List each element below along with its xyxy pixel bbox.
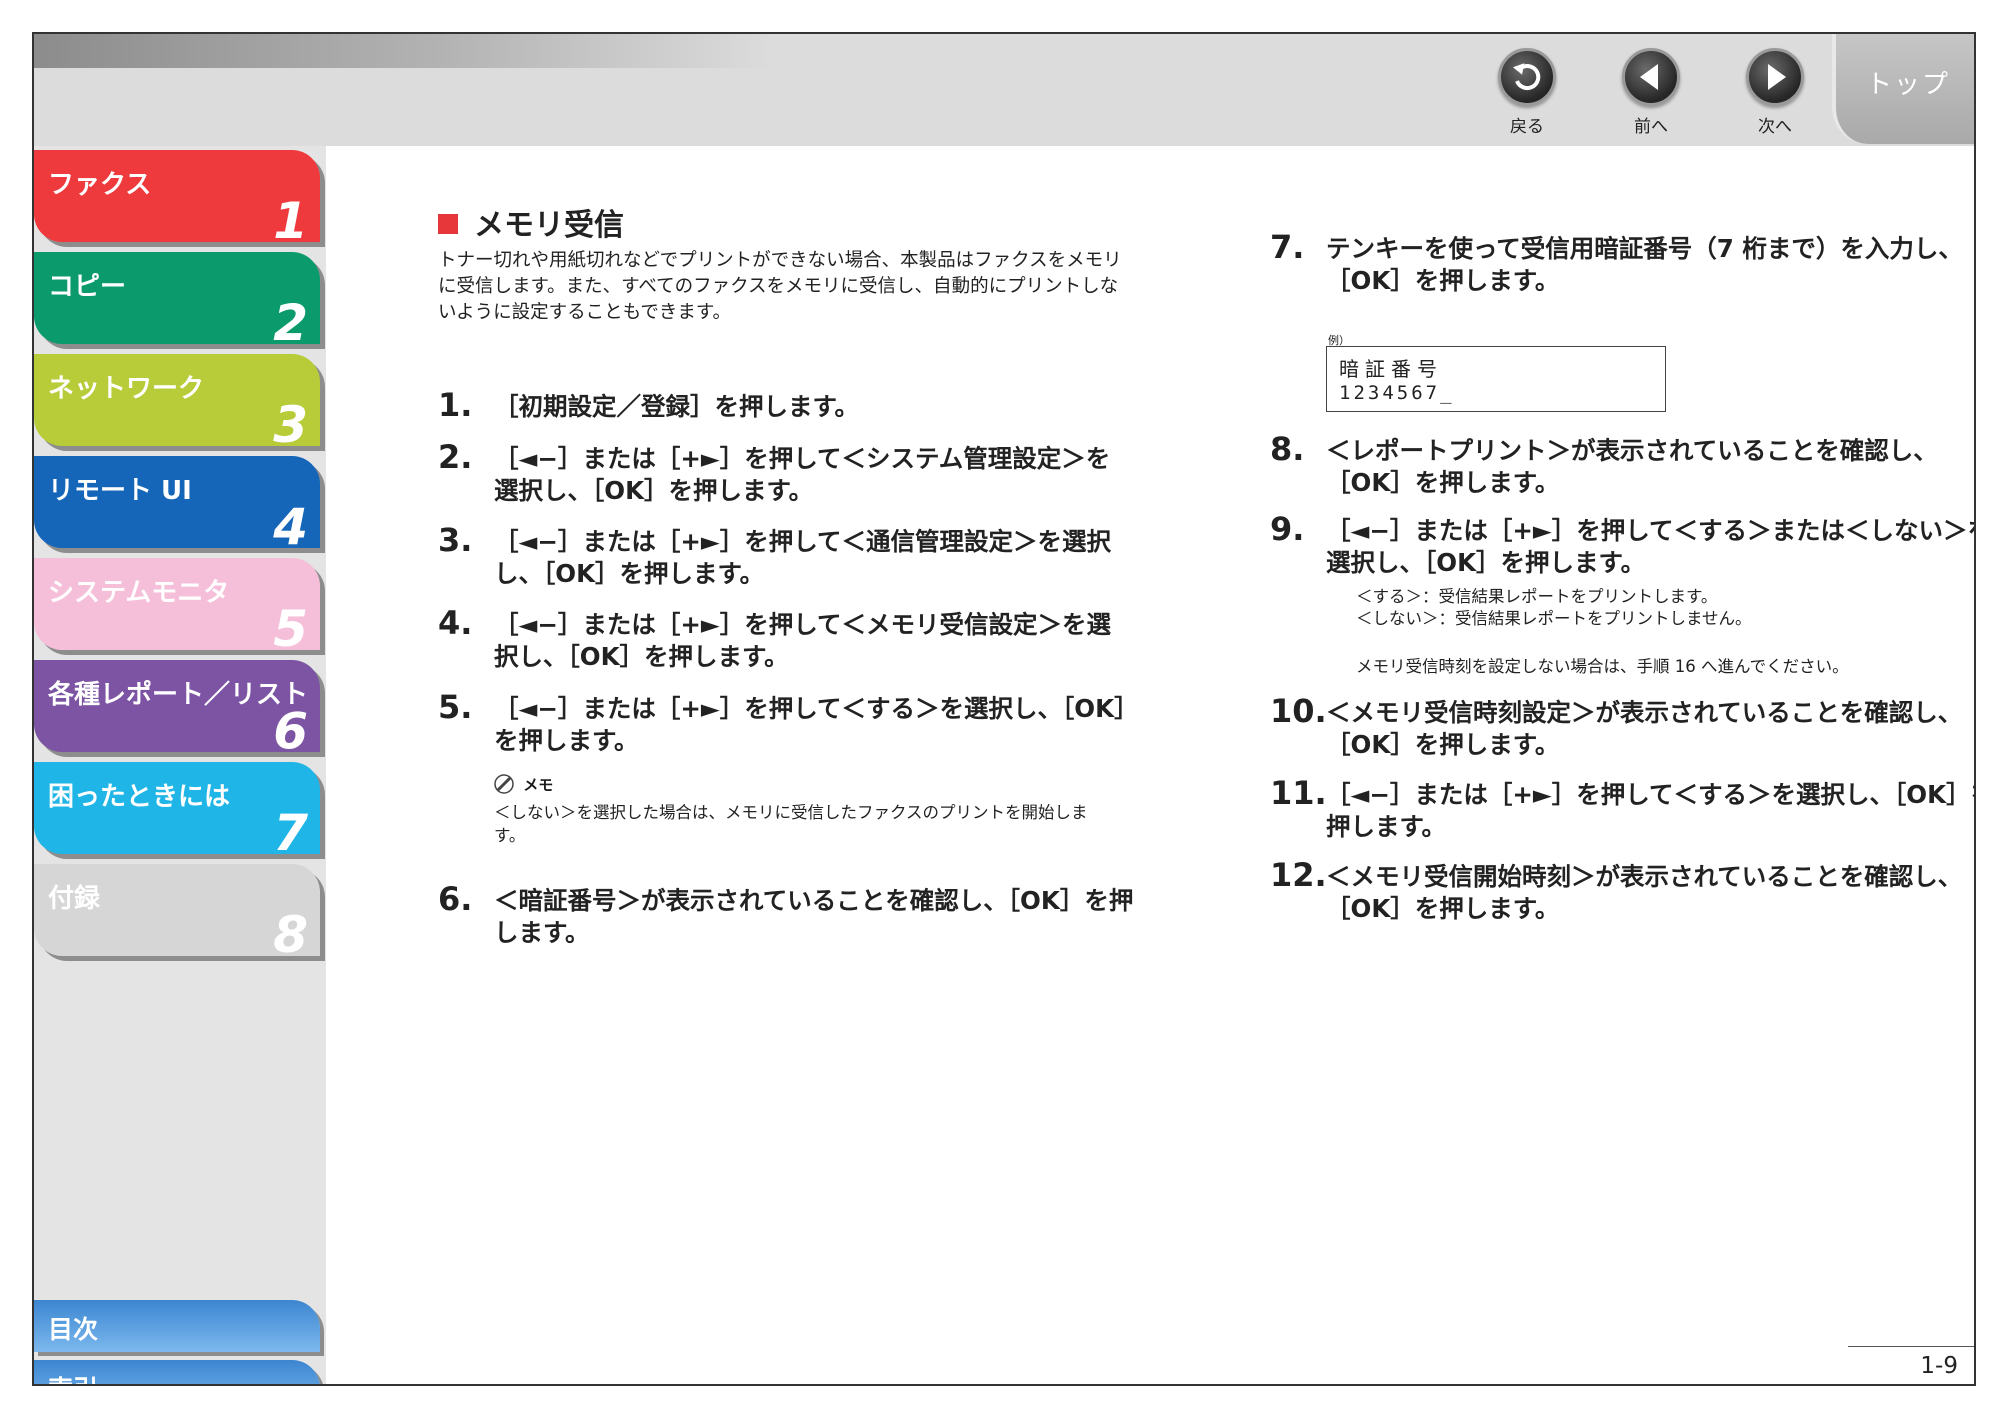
chapter-number: 8 (273, 906, 308, 964)
chapter-tab-system-monitor[interactable]: システムモニタ 5 (34, 558, 320, 658)
memo-note: メモ ＜しない＞を選択した場合は、メモリに受信したファクスのプリントを開始します… (494, 774, 1114, 847)
chapter-number: 6 (273, 702, 308, 760)
step-number: 12. (1270, 856, 1327, 894)
arrow-right-icon (1746, 48, 1804, 106)
step-text: ［◄−］または［+►］を押して＜メモリ受信設定＞を選択し、［OK］を押します。 (494, 610, 1112, 671)
chapter-tab-copy[interactable]: コピー 2 (34, 252, 320, 352)
chapter-number: 2 (273, 294, 308, 352)
chapter-label: リモート UI (48, 476, 192, 506)
chapter-number: 1 (273, 192, 308, 250)
prev-button[interactable]: 前へ (1606, 48, 1696, 148)
lcd-display: 暗証番号 1234567_ (1326, 346, 1666, 412)
chapter-tab-fax[interactable]: ファクス 1 (34, 150, 320, 250)
step-number: 4. (438, 604, 473, 642)
top-bar: 戻る 前へ 次へ トップ (34, 34, 1974, 146)
index-label: 索引 (48, 1370, 98, 1384)
chapter-number: 5 (273, 600, 308, 658)
step-text: ＜レポートプリント＞が表示されていることを確認し、［OK］を押します。 (1326, 436, 1938, 497)
chapter-label: ネットワーク (48, 374, 205, 404)
step-number: 1. (438, 386, 473, 424)
section-title: メモリ受信 (438, 200, 624, 244)
top-tab[interactable]: トップ (1832, 34, 1974, 144)
next-button[interactable]: 次へ (1730, 48, 1820, 148)
chapter-number: 3 (273, 396, 308, 454)
step-number: 9. (1270, 510, 1305, 548)
chapter-tab-troubleshooting[interactable]: 困ったときには 7 (34, 762, 320, 862)
step-number: 3. (438, 521, 473, 559)
step-number: 8. (1270, 430, 1305, 468)
chapter-tab-reports-lists[interactable]: 各種レポート／リスト 6 (34, 660, 320, 760)
back-icon (1498, 48, 1556, 106)
chapter-number: 7 (273, 804, 308, 862)
step-9-option-no: ＜しない＞：受信結果レポートをプリントしません。 (1356, 609, 1752, 628)
section-title-text: メモリ受信 (474, 208, 624, 243)
chapter-label: 付録 (48, 884, 101, 914)
back-button[interactable]: 戻る (1482, 48, 1572, 148)
chapter-label: 困ったときには (48, 782, 231, 812)
lcd-line-1: 暗証番号 (1339, 357, 1443, 381)
arrow-left-icon (1622, 48, 1680, 106)
chapter-number: 4 (273, 498, 308, 556)
memo-heading-text: メモ (523, 776, 554, 794)
step-text: ＜メモリ受信開始時刻＞が表示されていることを確認し、［OK］を押します。 (1326, 862, 1963, 923)
chapter-label: システムモニタ (48, 578, 230, 608)
intro-paragraph: トナー切れや用紙切れなどでプリントができない場合、本製品はファクスをメモリに受信… (438, 250, 1122, 323)
top-bar-gradient (34, 34, 774, 68)
pencil-icon (494, 774, 514, 794)
top-tab-label: トップ (1866, 70, 1951, 100)
toc-button[interactable]: 目次 (34, 1300, 320, 1352)
memo-heading: メモ (494, 774, 1114, 795)
step-number: 2. (438, 438, 473, 476)
chapter-label: 各種レポート／リスト (48, 680, 309, 710)
chapter-tab-network[interactable]: ネットワーク 3 (34, 354, 320, 454)
step-number: 7. (1270, 228, 1305, 266)
step-text: ［◄−］または［+►］を押して＜通信管理設定＞を選択し、［OK］を押します。 (494, 527, 1112, 588)
chapter-tab-remote-ui[interactable]: リモート UI 4 (34, 456, 320, 556)
toc-label: 目次 (48, 1315, 99, 1344)
step-text: ［初期設定／登録］を押します。 (494, 392, 860, 421)
title-square-icon (438, 214, 458, 234)
step-9-option-yes: ＜する＞：受信結果レポートをプリントします。 (1356, 587, 1718, 606)
step-text: ＜メモリ受信時刻設定＞が表示されていることを確認し、［OK］を押します。 (1326, 698, 1963, 759)
lcd-line-2: 1234567_ (1339, 382, 1455, 404)
step-text: ［◄−］または［+►］を押して＜する＞を選択し、［OK］を押します。 (494, 694, 1127, 755)
step-text: ［◄−］または［+►］を押して＜システム管理設定＞を選択し、［OK］を押します。 (494, 444, 1111, 505)
back-label: 戻る (1510, 117, 1544, 137)
chapter-tab-appendix[interactable]: 付録 8 (34, 864, 320, 964)
step-text: テンキーを使って受信用暗証番号（7 桁まで）を入力し、［OK］を押します。 (1326, 234, 1963, 295)
step-number: 11. (1270, 774, 1327, 812)
main-content: メモリ受信 トナー切れや用紙切れなどでプリントができない場合、本製品はファクスを… (326, 146, 1974, 1384)
page-frame: 戻る 前へ 次へ トップ ファクス 1 コピー 2 ネットワーク 3 リモート … (32, 32, 1976, 1386)
step-number: 6. (438, 880, 473, 918)
page-number: 1-9 (1848, 1346, 1974, 1384)
index-button[interactable]: 索引 (34, 1360, 320, 1384)
step-number: 10. (1270, 692, 1327, 730)
chapter-label: コピー (48, 272, 127, 302)
step-9-note: メモリ受信時刻を設定しない場合は、手順 16 へ進んでください。 (1356, 657, 1849, 676)
sidebar: ファクス 1 コピー 2 ネットワーク 3 リモート UI 4 システムモニタ … (34, 146, 326, 1384)
step-text: ＜暗証番号＞が表示されていることを確認し、［OK］を押します。 (494, 886, 1134, 947)
step-number: 5. (438, 688, 473, 726)
memo-text: ＜しない＞を選択した場合は、メモリに受信したファクスのプリントを開始します。 (494, 803, 1088, 845)
next-label: 次へ (1758, 117, 1792, 137)
prev-label: 前へ (1634, 117, 1668, 137)
chapter-label: ファクス (48, 170, 152, 200)
step-text: ［◄−］または［+►］を押して＜する＞を選択し、［OK］を押します。 (1326, 780, 1976, 841)
step-text: ［◄−］または［+►］を押して＜する＞または＜しない＞を選択し、［OK］を押しま… (1326, 516, 1976, 577)
